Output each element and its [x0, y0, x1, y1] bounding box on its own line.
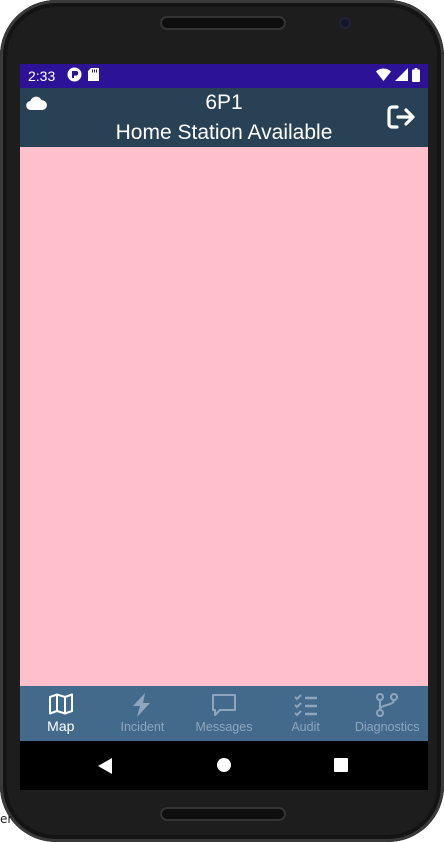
station-status: Home Station Available — [115, 121, 333, 144]
page-title: 6P1 — [205, 91, 243, 114]
tab-label: Incident — [120, 720, 165, 734]
app-header: 6P1 Home Station Available — [20, 88, 428, 147]
bottom-speaker — [160, 807, 286, 821]
back-icon[interactable] — [98, 758, 112, 779]
battery-icon — [412, 67, 420, 85]
bolt-icon — [133, 693, 151, 717]
bottom-tab-bar: Map Incident Messages Audit Diagnostics — [20, 686, 428, 741]
home-icon[interactable] — [217, 758, 231, 772]
logout-icon[interactable] — [386, 103, 416, 136]
top-speaker — [160, 16, 286, 30]
recents-icon[interactable] — [334, 758, 348, 772]
tab-diagnostics[interactable]: Diagnostics — [346, 686, 428, 741]
map-view[interactable] — [20, 147, 428, 686]
tab-label: Diagnostics — [354, 720, 420, 734]
map-icon — [48, 693, 73, 715]
tab-map[interactable]: Map — [20, 686, 102, 741]
tab-incident[interactable]: Incident — [102, 686, 184, 741]
status-time: 2:33 — [28, 68, 56, 84]
edge-text: er — [0, 812, 13, 826]
message-icon — [211, 694, 236, 716]
tab-label: Messages — [195, 720, 253, 734]
device-screen: 2:33 6P1 Home Station Available Map Inci… — [20, 64, 428, 790]
tab-audit[interactable]: Audit — [265, 686, 347, 741]
system-nav-bar — [20, 741, 428, 790]
tab-messages[interactable]: Messages — [183, 686, 265, 741]
tab-label: Map — [47, 718, 75, 734]
wifi-icon — [376, 68, 391, 84]
front-camera — [339, 17, 351, 29]
sd-card-icon — [88, 68, 100, 84]
tab-label: Audit — [291, 720, 320, 734]
notification-app-icon — [67, 67, 82, 85]
phone-frame: 2:33 6P1 Home Station Available Map Inci… — [0, 0, 444, 842]
checklist-icon — [293, 694, 317, 717]
cellular-signal-icon — [395, 68, 408, 84]
status-bar: 2:33 — [20, 64, 428, 88]
branch-icon — [376, 693, 399, 717]
